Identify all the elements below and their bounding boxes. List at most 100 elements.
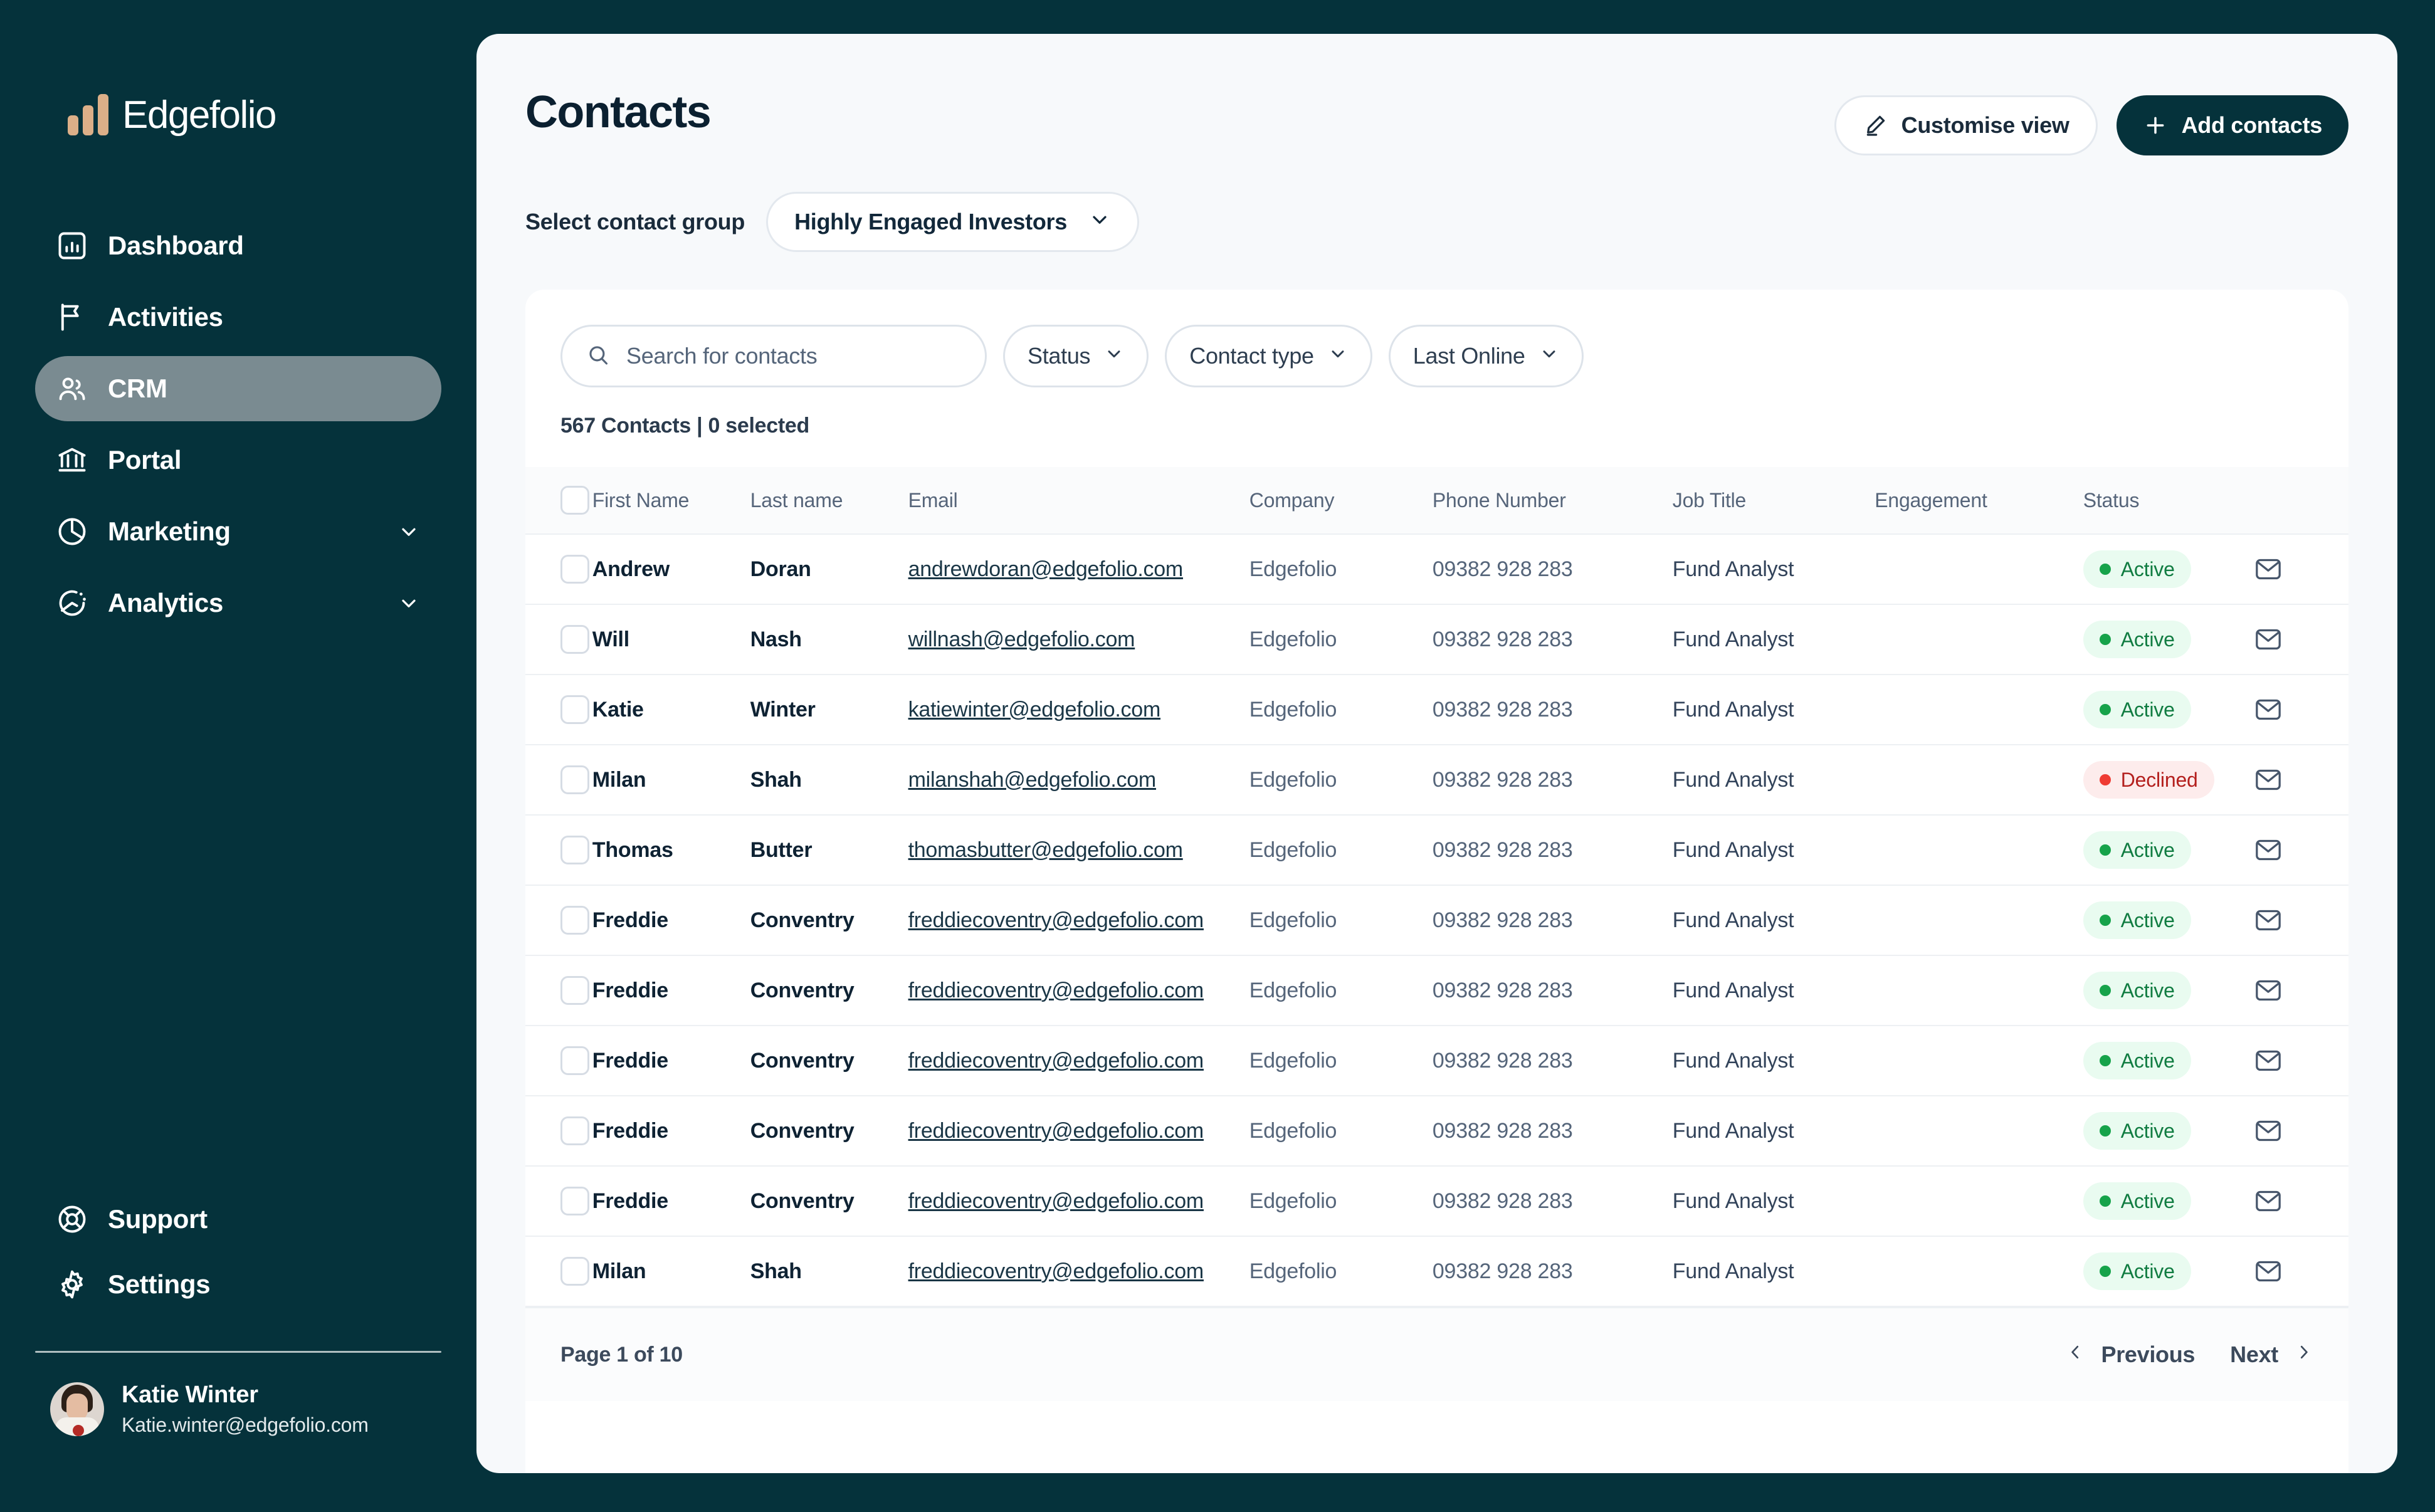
email-link[interactable]: freddiecoventry@edgefolio.com (908, 1119, 1204, 1143)
table-row[interactable]: Freddie Conventry freddiecoventry@edgefoli… (525, 1096, 2348, 1167)
email-link[interactable]: freddiecoventry@edgefolio.com (908, 908, 1204, 932)
filter-last-online[interactable]: Last Online (1388, 325, 1584, 387)
envelope-icon[interactable] (2254, 697, 2283, 722)
filter-status[interactable]: Status (1003, 325, 1149, 387)
column-header-job-title[interactable]: Job Title (1672, 467, 1875, 535)
envelope-icon[interactable] (2254, 1259, 2283, 1284)
brand-logo[interactable]: Edgefolio (0, 0, 476, 163)
chevron-down-icon[interactable] (396, 519, 421, 544)
add-contacts-button[interactable]: Add contacts (2116, 95, 2348, 155)
search-box[interactable] (560, 325, 987, 387)
contacts-table-card: Status Contact type Last Online (525, 290, 2348, 1473)
envelope-icon[interactable] (2254, 767, 2283, 792)
row-checkbox[interactable] (560, 1187, 589, 1215)
add-contacts-label: Add contacts (2181, 112, 2323, 138)
row-checkbox[interactable] (560, 765, 589, 794)
envelope-icon[interactable] (2254, 837, 2283, 863)
next-label: Next (2230, 1341, 2278, 1367)
column-header-status[interactable]: Status (2083, 467, 2254, 535)
cell-company: Edgefolio (1249, 1236, 1433, 1307)
row-checkbox[interactable] (560, 555, 589, 584)
email-link[interactable]: freddiecoventry@edgefolio.com (908, 1259, 1204, 1283)
email-link[interactable]: freddiecoventry@edgefolio.com (908, 1189, 1204, 1213)
sidebar-item-dashboard[interactable]: Dashboard (35, 213, 441, 278)
table-row[interactable]: Freddie Conventry freddiecoventry@edgefoli… (525, 1026, 2348, 1096)
row-checkbox[interactable] (560, 695, 589, 724)
filter-bar: Status Contact type Last Online (525, 290, 2348, 387)
sidebar: Edgefolio Dashboard Activities CRM Porta… (0, 0, 476, 1512)
table-row[interactable]: Freddie Conventry freddiecoventry@edgefoli… (525, 955, 2348, 1026)
envelope-icon[interactable] (2254, 627, 2283, 652)
table-row[interactable]: Milan Shah freddiecoventry@edgefolio.com Ed… (525, 1236, 2348, 1307)
row-select-cell (525, 885, 592, 956)
envelope-icon[interactable] (2254, 908, 2283, 933)
table-row[interactable]: Will Nash willnash@edgefolio.com Edgefolio 0… (525, 604, 2348, 675)
column-header-company[interactable]: Company (1249, 467, 1433, 535)
sidebar-item-crm[interactable]: CRM (35, 356, 441, 421)
email-link[interactable]: andrewdoran@edgefolio.com (908, 557, 1184, 581)
filter-contact-type[interactable]: Contact type (1165, 325, 1372, 387)
table-row[interactable]: Milan Shah milanshah@edgefolio.com Edgefoli… (525, 745, 2348, 816)
cell-engagement (1875, 534, 2083, 605)
cell-company: Edgefolio (1249, 955, 1433, 1026)
sidebar-item-label: Settings (108, 1269, 211, 1299)
column-header-engagement[interactable]: Engagement (1875, 467, 2083, 535)
brand-name: Edgefolio (122, 93, 277, 137)
table-row[interactable]: Thomas Butter thomasbutter@edgefolio.com Ed… (525, 815, 2348, 886)
row-checkbox[interactable] (560, 1046, 589, 1075)
row-checkbox[interactable] (560, 625, 589, 654)
table-row[interactable]: Katie Winter katiewinter@edgefolio.com Edge… (525, 675, 2348, 745)
cell-last-name: Winter (750, 675, 908, 745)
select-all-checkbox[interactable] (560, 486, 589, 515)
table-header: First Name Last name Email Company Phone… (525, 467, 2348, 535)
table-row[interactable]: Freddie Conventry freddiecoventry@edgefoli… (525, 1166, 2348, 1237)
envelope-icon[interactable] (2254, 557, 2283, 582)
email-link[interactable]: willnash@edgefolio.com (908, 627, 1135, 651)
table-row[interactable]: Andrew Doran andrewdoran@edgefolio.com Edge… (525, 534, 2348, 605)
row-select-cell (525, 1026, 592, 1096)
row-checkbox[interactable] (560, 976, 589, 1005)
previous-page-button[interactable]: Previous (2066, 1341, 2195, 1368)
column-header-phone-number[interactable]: Phone Number (1432, 467, 1673, 535)
column-header-email[interactable]: Email (908, 467, 1249, 535)
search-input[interactable] (626, 343, 961, 369)
page-title: Contacts (525, 87, 712, 137)
cell-first-name: Milan (592, 745, 750, 816)
sidebar-nav: Dashboard Activities CRM Portal Marketin… (0, 163, 476, 636)
email-link[interactable]: freddiecoventry@edgefolio.com (908, 1049, 1204, 1073)
envelope-icon[interactable] (2254, 1118, 2283, 1143)
row-checkbox[interactable] (560, 836, 589, 864)
sidebar-item-analytics[interactable]: Analytics (35, 570, 441, 636)
sidebar-item-support[interactable]: Support (35, 1187, 441, 1252)
sidebar-item-label: Activities (108, 302, 223, 332)
envelope-icon[interactable] (2254, 978, 2283, 1003)
sidebar-profile[interactable]: Katie Winter Katie.winter@edgefolio.com (35, 1382, 441, 1512)
email-link[interactable]: milanshah@edgefolio.com (908, 768, 1157, 792)
sidebar-item-activities[interactable]: Activities (35, 285, 441, 350)
contact-group-select[interactable]: Highly Engaged Investors (766, 192, 1139, 252)
sidebar-item-marketing[interactable]: Marketing (35, 499, 441, 564)
pagination-controls: Previous Next (2066, 1341, 2313, 1368)
cell-email: freddiecoventry@edgefolio.com (908, 955, 1249, 1026)
column-header-last-name[interactable]: Last name (750, 467, 908, 535)
customise-view-button[interactable]: Customise view (1834, 95, 2098, 155)
envelope-icon[interactable] (2254, 1048, 2283, 1073)
chevron-down-icon[interactable] (396, 591, 421, 616)
cell-email: willnash@edgefolio.com (908, 604, 1249, 675)
email-link[interactable]: katiewinter@edgefolio.com (908, 698, 1161, 722)
email-link[interactable]: thomasbutter@edgefolio.com (908, 838, 1183, 862)
sidebar-item-portal[interactable]: Portal (35, 428, 441, 493)
envelope-icon[interactable] (2254, 1189, 2283, 1214)
row-checkbox[interactable] (560, 1257, 589, 1286)
row-checkbox[interactable] (560, 906, 589, 935)
customise-view-label: Customise view (1901, 112, 2069, 138)
sidebar-item-settings[interactable]: Settings (35, 1252, 441, 1317)
cell-engagement (1875, 955, 2083, 1026)
next-page-button[interactable]: Next (2230, 1341, 2313, 1368)
table-row[interactable]: Freddie Conventry freddiecoventry@edgefoli… (525, 885, 2348, 956)
email-link[interactable]: freddiecoventry@edgefolio.com (908, 979, 1204, 1002)
column-header-first-name[interactable]: First Name (592, 467, 750, 535)
row-checkbox[interactable] (560, 1116, 589, 1145)
cell-email: freddiecoventry@edgefolio.com (908, 885, 1249, 956)
cell-job-title: Fund Analyst (1672, 1096, 1875, 1167)
